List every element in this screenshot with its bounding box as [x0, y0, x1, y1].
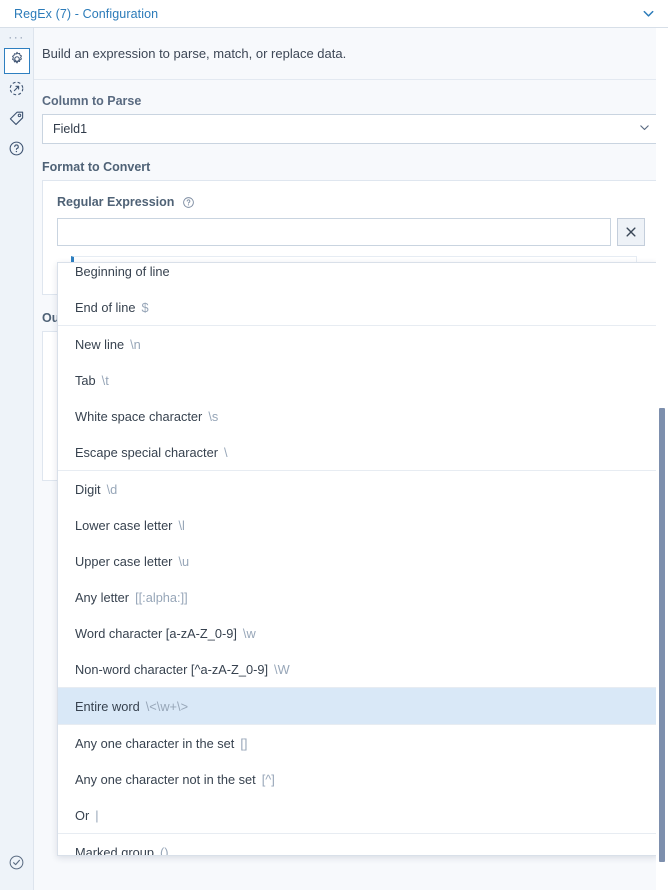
dropdown-item[interactable]: Tab \t	[58, 362, 657, 398]
regular-expression-label: Regular Expression	[57, 195, 175, 209]
column-to-parse-label: Column to Parse	[42, 94, 142, 108]
dropdown-item[interactable]: New line \n	[58, 326, 657, 362]
dropdown-item-label: Marked group	[75, 844, 154, 856]
panel-description: Build an expression to parse, match, or …	[42, 46, 347, 61]
window-title: RegEx (7) - Configuration	[14, 6, 159, 21]
dropdown-item-token: \d	[106, 481, 118, 497]
regular-expression-input[interactable]	[57, 218, 611, 246]
runtime-arrow-icon	[8, 80, 25, 102]
dropdown-item-token: [^]	[261, 771, 275, 787]
dropdown-item-label: White space character	[75, 408, 203, 424]
question-circle-icon	[8, 140, 25, 162]
dropdown-item-label: Beginning of line	[75, 263, 170, 279]
regular-expression-input-row	[57, 218, 645, 246]
dropdown-item-label: New line	[75, 336, 125, 352]
dropdown-item[interactable]: Any one character not in the set [^]	[58, 761, 657, 797]
dropdown-item-token: \w	[242, 625, 256, 641]
sidebar-item-configuration[interactable]	[3, 48, 30, 74]
tag-icon	[8, 110, 25, 132]
dropdown-item[interactable]: Marked group ()	[58, 834, 657, 856]
column-to-parse-select[interactable]: Field1	[42, 114, 660, 144]
dropdown-item[interactable]: Digit \d	[58, 471, 657, 507]
dropdown-item[interactable]: Escape special character \	[58, 434, 657, 471]
dropdown-item-label: Word character [a-zA-Z_0-9]	[75, 625, 237, 641]
tool-icon-rail: ···	[0, 28, 34, 890]
dropdown-item-label: Upper case letter	[75, 553, 173, 569]
dropdown-item-token: \W	[274, 661, 290, 677]
regular-expression-label-row: Regular Expression	[57, 195, 645, 209]
dropdown-item[interactable]: Or |	[58, 797, 657, 834]
dropdown-item-label: End of line	[75, 299, 136, 315]
check-circle-icon	[8, 854, 25, 876]
dropdown-item-token: \	[223, 444, 228, 460]
dropdown-item-label: Entire word	[75, 698, 140, 714]
dropdown-item-label: Or	[75, 807, 90, 823]
dropdown-item-label: Tab	[75, 372, 96, 388]
regex-token-dropdown[interactable]: Beginning of line End of line $ New line \n T…	[57, 262, 658, 856]
format-to-convert-label: Format to Convert	[42, 160, 151, 174]
dropdown-item-label: Non-word character [^a-zA-Z_0-9]	[75, 661, 269, 677]
dropdown-item-token: \s	[208, 408, 219, 424]
dropdown-item-token: |	[95, 807, 99, 823]
sidebar-item-help[interactable]	[4, 138, 30, 164]
vertical-scrollbar[interactable]	[656, 28, 668, 890]
scrollbar-thumb[interactable]	[659, 408, 665, 862]
dropdown-item-token: \t	[101, 372, 109, 388]
dropdown-item[interactable]: Entire word \<\w+\>	[58, 688, 657, 725]
chevron-down-icon	[638, 121, 651, 137]
dropdown-item-token: \l	[178, 517, 185, 533]
dropdown-item-token: \n	[130, 336, 141, 352]
dropdown-item[interactable]: Any letter [[:alpha:]]	[58, 579, 657, 615]
regex-configuration-window: RegEx (7) - Configuration ··· Build an e…	[0, 0, 668, 890]
rail-drag-handle[interactable]: ···	[8, 31, 25, 44]
dropdown-item[interactable]: Non-word character [^a-zA-Z_0-9] \W	[58, 651, 657, 688]
dropdown-item-token: $	[141, 299, 149, 315]
dropdown-item-label: Escape special character	[75, 444, 218, 460]
dropdown-item-label: Any one character in the set	[75, 735, 235, 751]
column-to-parse-value: Field1	[53, 122, 88, 136]
dropdown-item[interactable]: End of line $	[58, 289, 657, 326]
dropdown-item[interactable]: Word character [a-zA-Z_0-9] \w	[58, 615, 657, 651]
dropdown-item-token: ()	[159, 844, 169, 856]
window-titlebar: RegEx (7) - Configuration	[0, 0, 668, 28]
dropdown-item[interactable]: Any one character in the set []	[58, 725, 657, 761]
chevron-down-icon[interactable]	[638, 4, 658, 24]
sidebar-item-runtime[interactable]	[4, 78, 30, 104]
dropdown-item-token: []	[240, 735, 248, 751]
gear-icon	[9, 51, 25, 72]
dropdown-item[interactable]: Upper case letter \u	[58, 543, 657, 579]
dropdown-item[interactable]: Lower case letter \l	[58, 507, 657, 543]
dropdown-item-label: Any letter	[75, 589, 130, 605]
status-valid-indicator[interactable]	[4, 852, 30, 878]
dropdown-item-token: [[:alpha:]]	[135, 589, 188, 605]
dropdown-item-label: Lower case letter	[75, 517, 173, 533]
question-circle-icon[interactable]	[182, 196, 195, 209]
sidebar-item-annotation[interactable]	[4, 108, 30, 134]
dropdown-item-label: Any one character not in the set	[75, 771, 256, 787]
dropdown-item-label: Digit	[75, 481, 101, 497]
dropdown-item-token: \<\w+\>	[145, 698, 189, 714]
close-x-icon[interactable]	[617, 218, 645, 246]
dropdown-item[interactable]: White space character \s	[58, 398, 657, 434]
dropdown-item-token: \u	[178, 553, 190, 569]
regex-token-list: Beginning of line End of line $ New line \n T…	[58, 263, 657, 856]
dropdown-item[interactable]: Beginning of line	[58, 263, 657, 289]
